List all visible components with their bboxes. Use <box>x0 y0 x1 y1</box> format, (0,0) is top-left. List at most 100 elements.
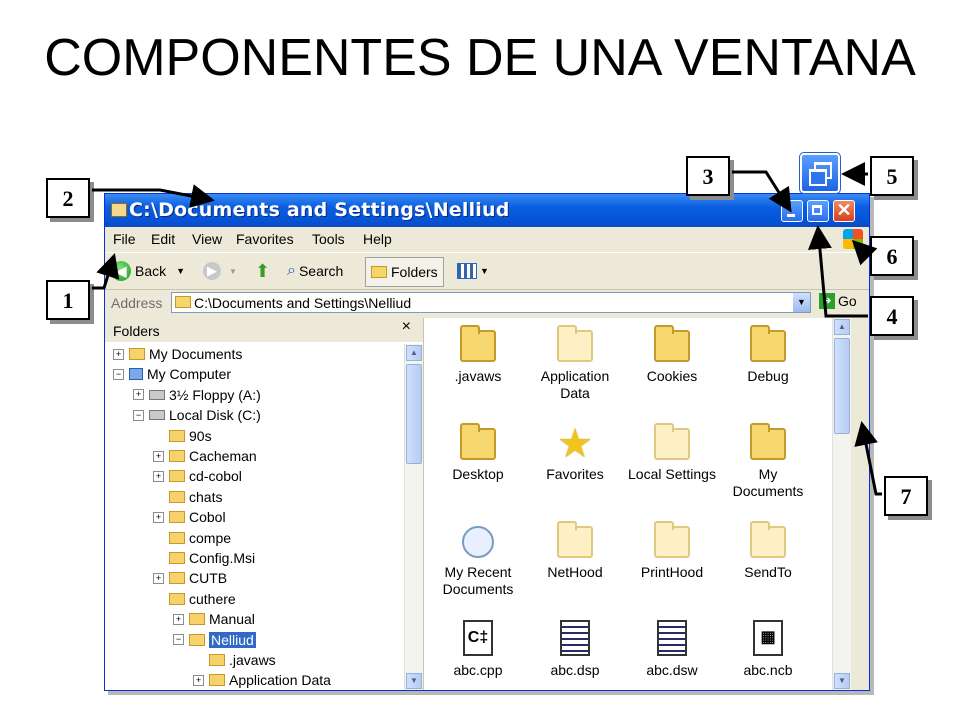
file-item[interactable]: Desktop <box>432 423 524 483</box>
tree-item-label: cd-cobol <box>189 468 242 485</box>
search-icon: ⌕ <box>287 262 296 279</box>
menu-tools[interactable]: Tools <box>312 231 345 247</box>
tree-item[interactable]: − My Computer <box>113 364 231 384</box>
go-label: Go <box>838 293 857 309</box>
menu-file[interactable]: File <box>113 231 136 247</box>
cpp-file-icon: C‡ <box>463 620 493 656</box>
tree-item[interactable]: 90s <box>153 426 212 446</box>
expand-icon[interactable]: + <box>153 511 164 523</box>
folders-pane-scrollbar[interactable]: ▲ ▼ <box>404 344 423 690</box>
file-item[interactable]: ▦ abc.ncb <box>722 620 814 679</box>
file-item[interactable]: Application Data <box>529 325 621 402</box>
collapse-icon[interactable]: − <box>173 634 184 646</box>
forward-dropdown-icon[interactable]: ▼ <box>229 267 237 276</box>
close-button[interactable]: ✕ <box>833 200 855 222</box>
scroll-up-icon[interactable]: ▲ <box>406 345 422 361</box>
tree-item[interactable]: + cd-cobol <box>153 466 242 486</box>
folder-icon <box>169 490 185 503</box>
favorites-star-icon: ★ <box>557 422 593 466</box>
tree-item[interactable]: compe <box>153 528 231 548</box>
expand-icon[interactable]: + <box>113 348 124 360</box>
folder-icon <box>169 470 185 483</box>
minimize-button[interactable] <box>781 200 803 222</box>
expand-icon[interactable]: + <box>133 389 144 401</box>
maximize-button[interactable] <box>807 200 829 222</box>
tree-item[interactable]: + My Documents <box>113 344 242 364</box>
views-button[interactable]: ▼ <box>457 259 489 283</box>
vertical-scrollbar[interactable]: ▲ ▼ <box>832 318 851 690</box>
menu-view[interactable]: View <box>192 231 222 247</box>
tree-item[interactable]: chats <box>153 487 222 507</box>
menu-bar: File Edit View Favorites Tools Help <box>105 227 869 251</box>
forward-button[interactable]: ▶ ▼ <box>203 259 237 283</box>
file-item[interactable]: C‡ abc.cpp <box>432 620 524 679</box>
expand-icon[interactable]: + <box>153 470 164 482</box>
file-item[interactable]: ★ Favorites <box>529 422 621 483</box>
back-dropdown-icon[interactable]: ▼ <box>176 266 185 276</box>
tree-item-label: Local Disk (C:) <box>169 407 261 424</box>
file-item[interactable]: NetHood <box>529 521 621 581</box>
window-folder-icon <box>111 203 127 217</box>
expand-icon[interactable]: + <box>193 674 204 686</box>
scroll-down-icon[interactable]: ▼ <box>406 673 422 689</box>
expand-icon[interactable]: + <box>153 572 164 584</box>
tree-item-label: cuthere <box>189 590 236 607</box>
expand-icon[interactable]: + <box>173 613 184 625</box>
back-button[interactable]: ◀ Back ▼ <box>111 259 185 283</box>
title-bar[interactable]: C:\Documents and Settings\Nelliud ✕ <box>105 194 869 227</box>
file-item[interactable]: My Documents <box>722 423 814 500</box>
file-item[interactable]: My Recent Documents <box>432 526 524 598</box>
file-label: NetHood <box>547 564 603 580</box>
expand-icon[interactable]: + <box>153 450 164 462</box>
search-button[interactable]: ⌕ Search <box>287 259 343 283</box>
file-item[interactable]: SendTo <box>722 521 814 581</box>
file-label: abc.cpp <box>453 662 503 678</box>
tree-item[interactable]: + CUTB <box>153 568 227 588</box>
folders-button[interactable]: Folders <box>365 257 444 287</box>
file-item[interactable]: PrintHood <box>626 521 718 581</box>
file-item[interactable]: .javaws <box>432 325 524 385</box>
file-item[interactable]: Cookies <box>626 325 718 385</box>
folders-pane-close-icon[interactable]: × <box>402 318 411 336</box>
file-label: Debug <box>747 368 789 384</box>
file-item[interactable]: Local Settings <box>626 423 718 483</box>
menu-edit[interactable]: Edit <box>151 231 175 247</box>
tree-item[interactable]: + Cobol <box>153 507 226 527</box>
tree-item[interactable]: − Local Disk (C:) <box>133 405 261 425</box>
tree-item[interactable]: .javaws <box>193 650 276 670</box>
scroll-up-icon[interactable]: ▲ <box>834 319 850 335</box>
scroll-thumb[interactable] <box>406 364 422 464</box>
minimize-icon <box>787 214 795 217</box>
scroll-down-icon[interactable]: ▼ <box>834 673 850 689</box>
tree-item[interactable]: − Nelliud <box>173 630 256 650</box>
tree-item[interactable]: Config.Msi <box>153 548 255 568</box>
go-button[interactable]: ➜ Go <box>819 293 857 309</box>
address-input[interactable]: C:\Documents and Settings\Nelliud ▼ <box>171 292 811 313</box>
folders-label: Folders <box>391 264 438 280</box>
address-label: Address <box>111 295 163 311</box>
up-folder-button[interactable]: ⬆ <box>255 259 270 283</box>
address-dropdown-icon[interactable]: ▼ <box>793 293 810 312</box>
folder-icon <box>460 325 496 362</box>
tree-item[interactable]: + Manual <box>173 609 255 629</box>
file-item[interactable]: abc.dsw <box>626 620 718 679</box>
ncb-file-icon: ▦ <box>753 620 783 656</box>
toolbar: ◀ Back ▼ ▶ ▼ ⬆ ⌕ Search Folders ▼ <box>105 252 869 290</box>
file-item[interactable]: Debug <box>722 325 814 385</box>
scroll-thumb[interactable] <box>834 338 850 434</box>
folder-icon <box>654 423 690 460</box>
tree-item[interactable]: + Application Data <box>193 670 331 690</box>
collapse-icon[interactable]: − <box>133 409 144 421</box>
menu-favorites[interactable]: Favorites <box>236 231 294 247</box>
callout-2: 2 <box>46 178 90 218</box>
tree-item[interactable]: + Cacheman <box>153 446 257 466</box>
file-label: abc.dsp <box>550 662 600 678</box>
tree-item[interactable]: +3½ Floppy (A:) <box>133 385 261 405</box>
collapse-icon[interactable]: − <box>113 368 124 380</box>
tree-item[interactable]: cuthere <box>153 589 236 609</box>
menu-help[interactable]: Help <box>363 231 392 247</box>
folder-icon <box>169 511 185 524</box>
file-item[interactable]: abc.dsp <box>529 620 621 679</box>
